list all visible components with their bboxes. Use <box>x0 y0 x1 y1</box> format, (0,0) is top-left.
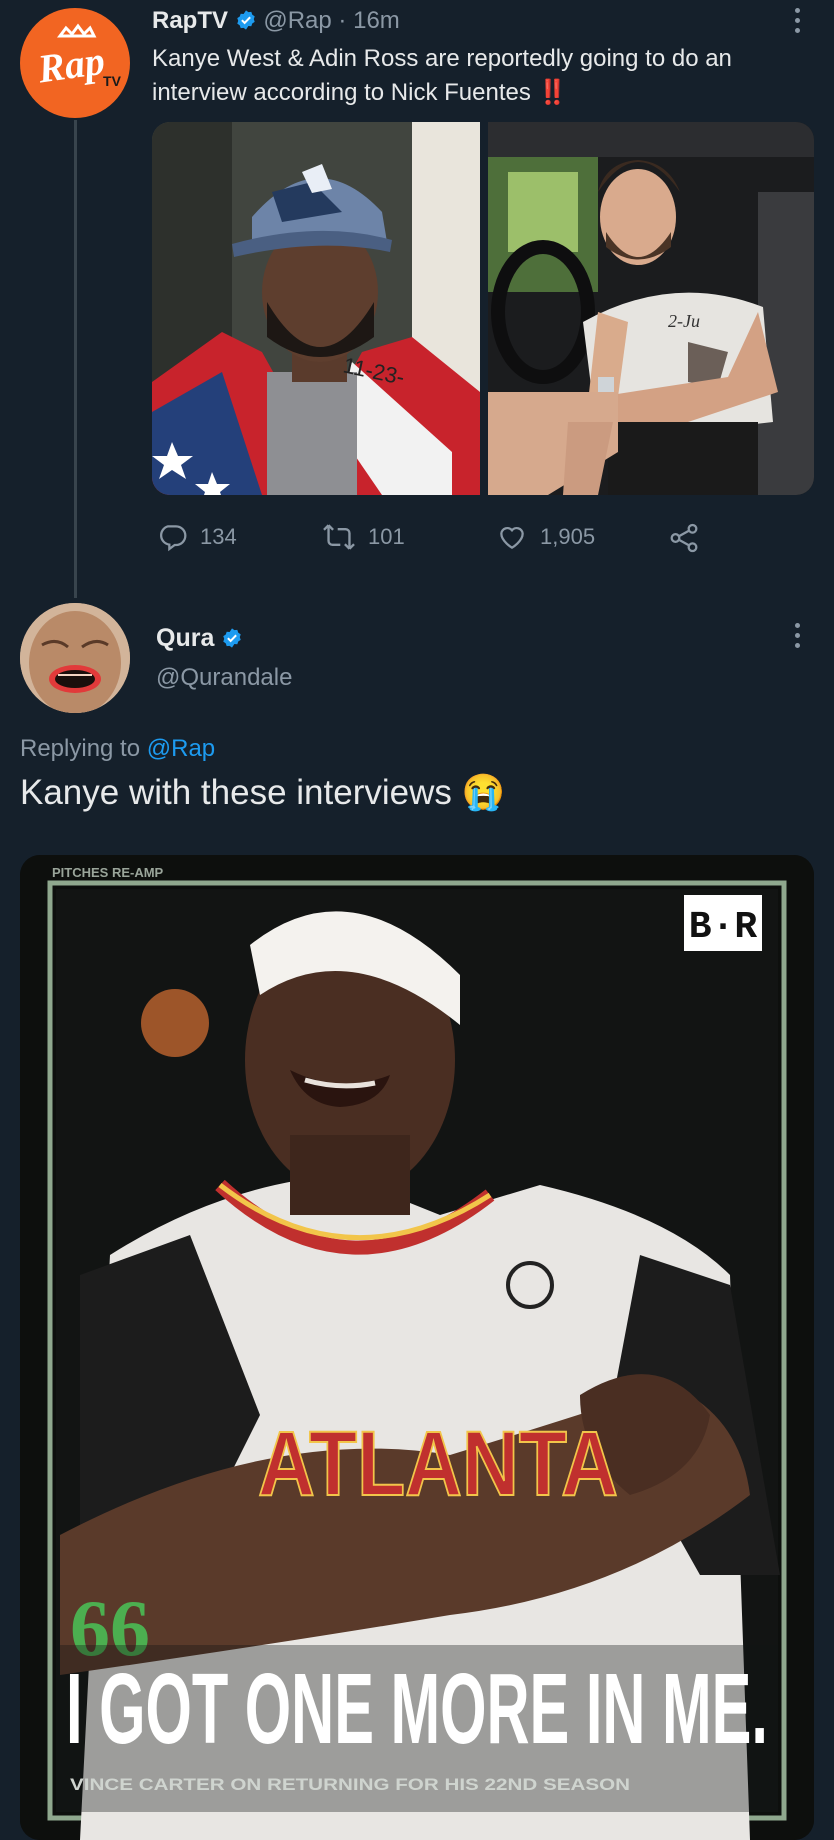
adin-image: 2-Ju <box>488 122 814 495</box>
photo-kanye[interactable]: 11-23- <box>152 122 480 495</box>
meme-image: ATLANTA PITCHES RE-AMP B·R 66 I GOT ONE … <box>20 855 814 1840</box>
reply-icon <box>160 525 187 552</box>
crying-emoji: 😭 <box>461 773 506 812</box>
share-icon <box>670 523 698 553</box>
svg-text:B·R: B·R <box>689 906 758 949</box>
tweet-header: RapTV @Rap · 16m <box>152 6 400 36</box>
raptv-logo-icon: Rap TV <box>34 23 122 92</box>
separator: · <box>338 7 347 34</box>
thread-line <box>74 120 77 598</box>
tweet-body: Kanye West & Adin Ross are reportedly go… <box>152 45 732 106</box>
reply-action[interactable]: 134 <box>156 521 237 553</box>
tweet-time[interactable]: 16m <box>353 7 400 34</box>
photo-adin[interactable]: 2-Ju <box>488 122 814 495</box>
reply-count: 134 <box>200 524 237 549</box>
author-name-qura-row: Qura <box>156 623 243 653</box>
more-options-icon[interactable] <box>795 623 801 653</box>
retweet-action[interactable]: 101 <box>322 521 405 553</box>
like-count: 1,905 <box>540 524 596 549</box>
share-action[interactable] <box>667 521 701 555</box>
heart-icon <box>500 526 524 549</box>
retweet-count: 101 <box>368 524 405 549</box>
author-name[interactable]: Qura <box>156 624 214 652</box>
author-handle[interactable]: @Qurandale <box>156 663 292 693</box>
replying-prefix: Replying to <box>20 735 141 762</box>
svg-text:I GOT ONE MORE IN ME.: I GOT ONE MORE IN ME. <box>66 1653 768 1765</box>
retweet-icon <box>323 524 355 550</box>
tweet-media-image[interactable]: ATLANTA PITCHES RE-AMP B·R 66 I GOT ONE … <box>20 855 814 1840</box>
svg-text:PITCHES RE-AMP: PITCHES RE-AMP <box>52 865 164 880</box>
more-options-icon[interactable] <box>795 8 801 38</box>
tweet-body: Kanye with these interviews <box>20 773 452 812</box>
author-name[interactable]: RapTV <box>152 7 228 34</box>
replying-to-link[interactable]: @Rap <box>147 735 215 762</box>
author-handle[interactable]: @Rap <box>263 7 331 34</box>
avatar-qura[interactable] <box>20 603 130 713</box>
kanye-image: 11-23- <box>152 122 480 495</box>
qura-avatar-image <box>20 603 130 713</box>
like-action[interactable]: 1,905 <box>496 521 595 553</box>
svg-text:2-Ju: 2-Ju <box>668 311 700 331</box>
svg-text:ATLANTA: ATLANTA <box>258 1413 618 1515</box>
verified-badge-icon <box>236 10 255 30</box>
svg-text:TV: TV <box>103 73 122 89</box>
svg-text:VINCE CARTER ON RETURNING FOR: VINCE CARTER ON RETURNING FOR HIS 22ND S… <box>70 1775 630 1794</box>
replying-to: Replying to @Rap <box>20 733 215 765</box>
tweet-text: Kanye West & Adin Ross are reportedly go… <box>152 42 792 110</box>
verified-badge-icon <box>223 628 242 648</box>
avatar-raptv[interactable]: Rap TV <box>20 8 130 118</box>
svg-text:Rap: Rap <box>34 38 107 92</box>
double-exclamation-emoji: ‼️ <box>537 79 568 106</box>
tweet-text: Kanye with these interviews 😭 <box>20 770 505 816</box>
